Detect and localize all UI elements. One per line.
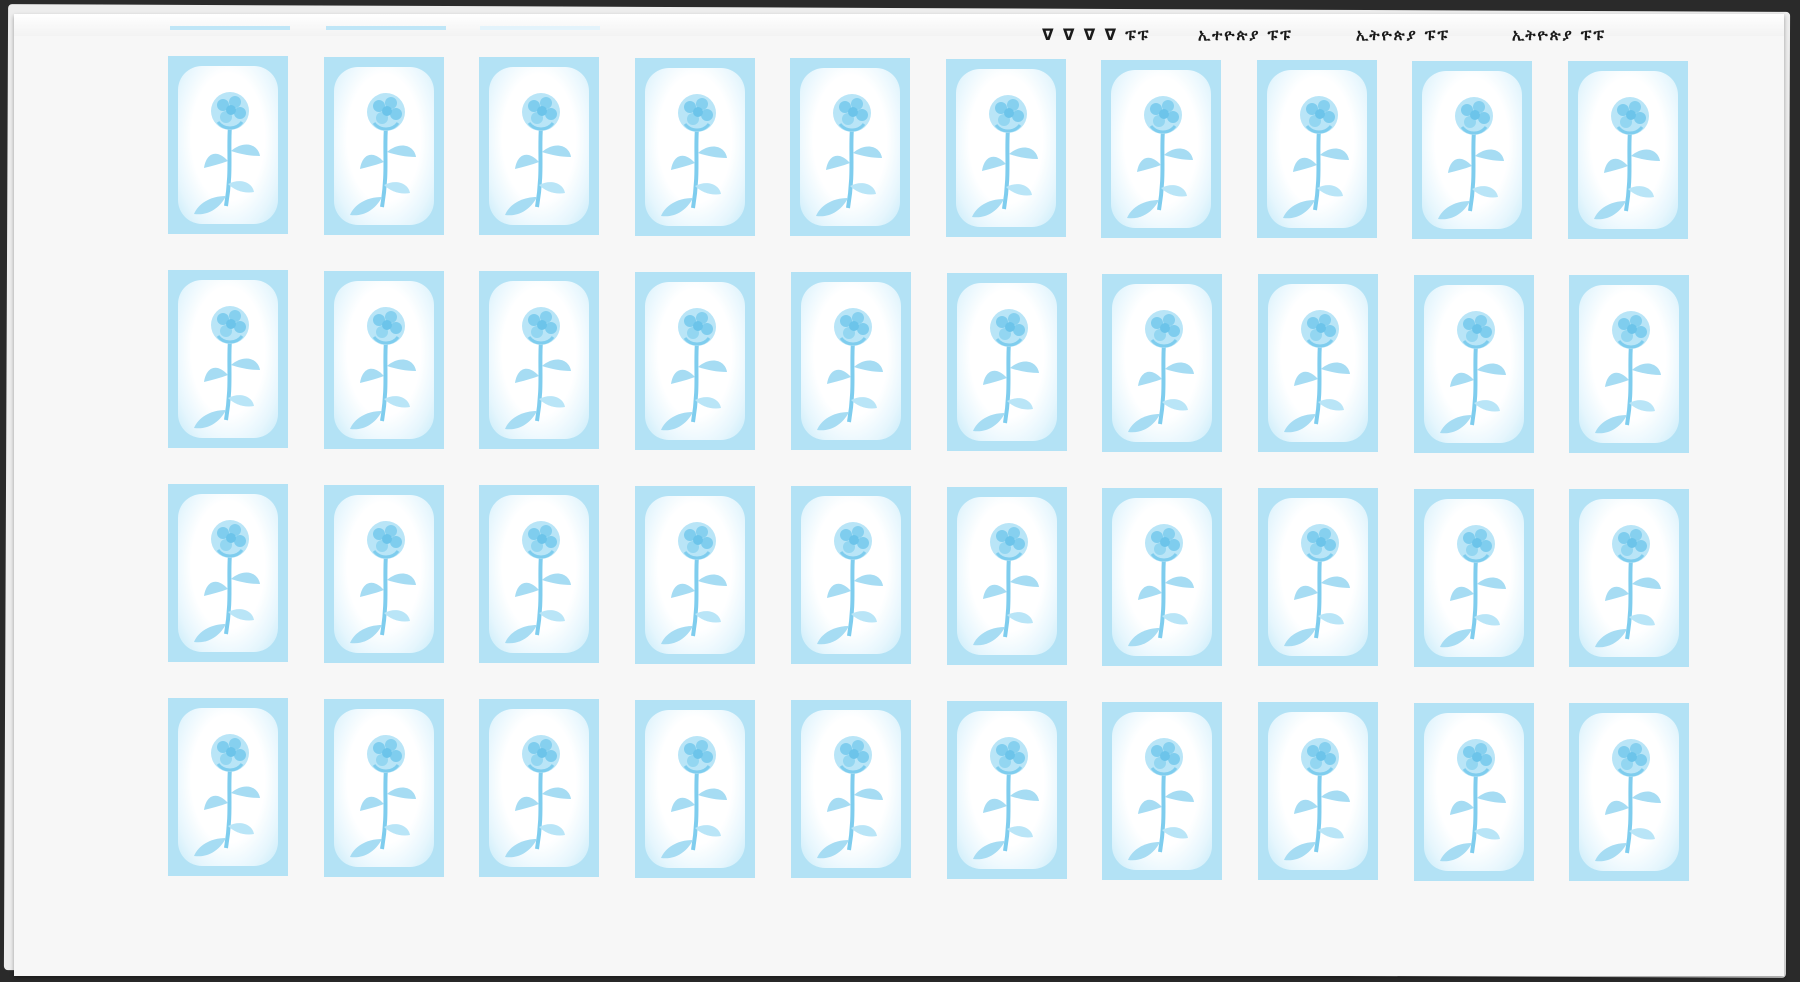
flower-icon <box>1281 94 1351 221</box>
header-label: ᐁ ᐁ ᐁ ᐁ ፑፑ <box>1042 26 1151 44</box>
stamp <box>324 485 444 663</box>
flower-icon <box>348 305 418 432</box>
flower-icon <box>192 518 262 645</box>
stamp <box>791 486 911 664</box>
stamp <box>479 271 599 449</box>
flower-icon <box>971 307 1041 434</box>
flower-icon <box>814 92 884 219</box>
stamp <box>1102 702 1222 880</box>
flower-icon <box>503 91 573 218</box>
stamp <box>790 58 910 236</box>
stamp <box>1569 703 1689 881</box>
stamp <box>1412 61 1532 239</box>
stamp <box>1102 274 1222 452</box>
stamp <box>168 484 288 662</box>
cut-mark <box>326 26 446 30</box>
flower-icon <box>1125 94 1195 221</box>
flower-icon <box>970 93 1040 220</box>
flower-icon <box>971 521 1041 648</box>
stamp <box>324 699 444 877</box>
stamp <box>1568 61 1688 239</box>
flower-icon <box>503 519 573 646</box>
stamp <box>324 271 444 449</box>
flower-icon <box>1593 737 1663 864</box>
stamp <box>1258 488 1378 666</box>
stamp <box>1569 489 1689 667</box>
flower-icon <box>659 520 729 647</box>
flower-icon <box>1282 522 1352 649</box>
flower-icon <box>815 734 885 861</box>
stamp <box>1414 703 1534 881</box>
cut-mark <box>170 26 290 30</box>
flower-icon <box>1593 523 1663 650</box>
stamp <box>1258 274 1378 452</box>
flower-icon <box>192 90 262 217</box>
flower-icon <box>1592 95 1662 222</box>
flower-icon <box>348 733 418 860</box>
stamp <box>947 701 1067 879</box>
flower-icon <box>192 732 262 859</box>
flower-icon <box>1282 736 1352 863</box>
stamp <box>168 698 288 876</box>
stamp <box>1101 60 1221 238</box>
flower-icon <box>192 304 262 431</box>
cut-mark <box>480 26 600 30</box>
stamp <box>946 59 1066 237</box>
flower-icon <box>1438 737 1508 864</box>
stamp <box>947 273 1067 451</box>
stamp <box>635 486 755 664</box>
stamp <box>479 699 599 877</box>
stamp <box>635 272 755 450</box>
flower-icon <box>1436 95 1506 222</box>
flower-icon <box>503 733 573 860</box>
flower-icon <box>1282 308 1352 435</box>
flower-icon <box>348 91 418 218</box>
stamp <box>1258 702 1378 880</box>
header-label: ኢትዮጵያ ፑፑ <box>1512 26 1607 44</box>
stamp <box>1414 489 1534 667</box>
stamp <box>1102 488 1222 666</box>
header-label: ኢትዮጵያ ፑፑ <box>1356 26 1451 44</box>
flower-icon <box>1438 523 1508 650</box>
stamp <box>1569 275 1689 453</box>
flower-icon <box>815 306 885 433</box>
flower-icon <box>1438 309 1508 436</box>
flower-icon <box>503 305 573 432</box>
stamp <box>168 56 288 234</box>
stamp <box>947 487 1067 665</box>
flower-icon <box>1593 309 1663 436</box>
stamp <box>479 57 599 235</box>
stamp <box>168 270 288 448</box>
flower-icon <box>1126 522 1196 649</box>
stamp <box>479 485 599 663</box>
stamp <box>1257 60 1377 238</box>
flower-icon <box>971 735 1041 862</box>
flower-icon <box>659 734 729 861</box>
flower-icon <box>815 520 885 647</box>
flower-icon <box>659 92 729 219</box>
stamp <box>791 272 911 450</box>
flower-icon <box>1126 736 1196 863</box>
stamp <box>635 700 755 878</box>
header-label: ኢተዮጵያ ፑፑ <box>1198 26 1293 44</box>
stamp <box>324 57 444 235</box>
flower-icon <box>348 519 418 646</box>
flower-icon <box>659 306 729 433</box>
flower-icon <box>1126 308 1196 435</box>
stamp <box>635 58 755 236</box>
stamp <box>791 700 911 878</box>
stamp <box>1414 275 1534 453</box>
